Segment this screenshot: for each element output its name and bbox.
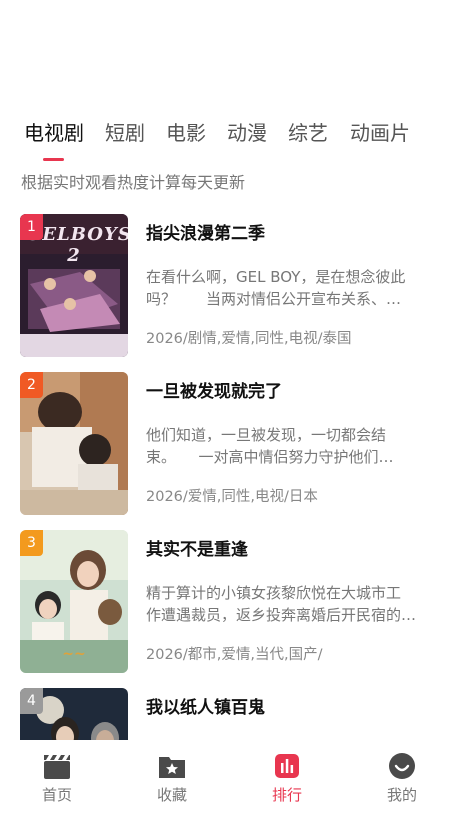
nav-label: 首页 [41, 786, 72, 804]
nav-home[interactable]: 首页 [0, 740, 114, 816]
smile-face-icon [389, 753, 415, 779]
nav-ranking[interactable]: 排行 [230, 740, 344, 816]
rank-badge: 3 [20, 530, 43, 556]
show-description: 精于算计的小镇女孩黎欣悦在大城市工 作遭遇裁员，返乡投奔离婚后开民宿的… [146, 584, 417, 624]
nav-favorites[interactable]: 收藏 [115, 740, 229, 816]
show-title: 其实不是重逢 [146, 540, 248, 560]
rank-badge: 4 [20, 688, 43, 714]
show-description: 他们知道，一旦被发现，一切都会结 束。 一对高中情侣努力守护他们… [146, 426, 394, 466]
ranking-item[interactable]: GELBOYS 2 1 指尖浪漫第二季 在看什么啊，GEL BOY，是在想念彼此… [20, 214, 440, 357]
svg-text:~~: ~~ [62, 646, 85, 662]
show-tags: 2026/爱情,同性,电视/日本 [146, 489, 318, 505]
nav-label: 收藏 [156, 786, 187, 804]
tab-cartoon[interactable]: 动画片 [350, 118, 410, 148]
ranking-subtitle: 根据实时观看热度计算每天更新 [21, 173, 246, 192]
rank-badge: 2 [20, 372, 43, 398]
show-title: 一旦被发现就完了 [146, 382, 282, 402]
poster-image: GELBOYS 2 1 [20, 214, 128, 357]
show-title: 指尖浪漫第二季 [146, 224, 265, 244]
clapperboard-icon [44, 755, 70, 779]
poster-image: 4 [20, 688, 128, 740]
folder-star-icon [159, 757, 185, 778]
poster-image: 2 [20, 372, 128, 515]
bottom-navigation: 首页 收藏 排行 我的 [0, 740, 459, 816]
show-tags: 2026/剧情,爱情,同性,电视/泰国 [146, 331, 352, 347]
show-description: 在看什么啊，GEL BOY，是在想念彼此 吗？ 当两对情侣公开宣布关系、… [146, 268, 406, 308]
ranking-item[interactable]: ~~ 3 其实不是重逢 精于算计的小镇女孩黎欣悦在大城市工 作遭遇裁员，返乡投奔… [20, 530, 440, 673]
show-tags: 2026/都市,爱情,当代,国产/ [146, 647, 323, 663]
nav-label: 排行 [271, 786, 302, 804]
active-tab-indicator [43, 158, 64, 161]
category-tabs: 电视剧 短剧 电影 动漫 综艺 动画片 [24, 118, 459, 162]
ranking-item[interactable]: 4 我以纸人镇百鬼 [20, 688, 440, 740]
tab-movie[interactable]: 电影 [166, 118, 206, 148]
tab-short-drama[interactable]: 短剧 [105, 118, 145, 148]
chart-bars-icon [275, 754, 299, 778]
tab-tv-series[interactable]: 电视剧 [24, 118, 84, 148]
nav-profile[interactable]: 我的 [345, 740, 459, 816]
show-title: 我以纸人镇百鬼 [146, 698, 265, 718]
tab-variety[interactable]: 综艺 [288, 118, 328, 148]
nav-label: 我的 [386, 786, 417, 804]
rank-badge: 1 [20, 214, 43, 240]
poster-image: ~~ 3 [20, 530, 128, 673]
ranking-item[interactable]: 2 一旦被发现就完了 他们知道，一旦被发现，一切都会结 束。 一对高中情侣努力守… [20, 372, 440, 515]
tab-anime[interactable]: 动漫 [227, 118, 267, 148]
